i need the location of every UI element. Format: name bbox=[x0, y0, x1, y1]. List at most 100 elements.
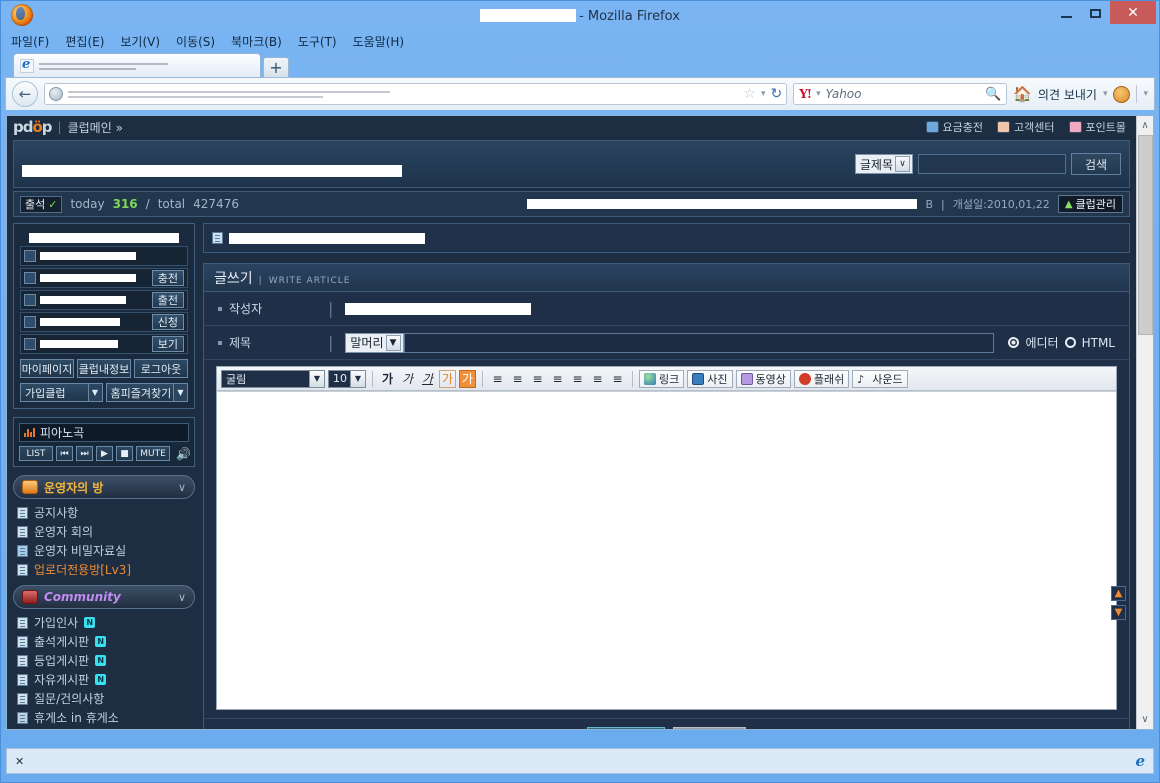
insert-video-button[interactable]: 동영상 bbox=[735, 369, 791, 388]
search-engine-chevron-icon[interactable]: ▾ bbox=[816, 89, 821, 99]
new-tab-button[interactable]: + bbox=[263, 57, 289, 77]
font-family-select[interactable]: 굴림 ▼ bbox=[221, 369, 325, 388]
club-search-button[interactable]: 검색 bbox=[1071, 153, 1121, 175]
pdpop-logo[interactable]: pdöp bbox=[13, 118, 53, 136]
club-manage-button[interactable]: ▲ 클럽관리 bbox=[1057, 195, 1123, 213]
scrollbar-thumb[interactable] bbox=[1137, 135, 1153, 335]
previous-icon[interactable]: ⏮ bbox=[56, 446, 73, 461]
highlight-button[interactable]: 가 bbox=[459, 369, 476, 388]
view-button[interactable]: 보기 bbox=[151, 336, 184, 352]
club-info-button[interactable]: 클럽내정보 bbox=[77, 359, 131, 378]
italic-button[interactable]: 가 bbox=[399, 370, 416, 388]
sidebar-item-admin-meeting[interactable]: 운영자 회의 bbox=[13, 522, 195, 541]
font-color-button[interactable]: 가 bbox=[439, 369, 456, 388]
editor-content-area[interactable] bbox=[217, 391, 1116, 709]
sidebar-item-greetings[interactable]: 가입인사 N bbox=[13, 613, 195, 632]
next-icon[interactable]: ⏭ bbox=[76, 446, 93, 461]
menu-bookmarks[interactable]: 북마크(B) bbox=[229, 32, 284, 51]
outdent-button[interactable]: ≡ bbox=[589, 370, 606, 388]
feedback-chevron-icon[interactable]: ▾ bbox=[1103, 89, 1108, 99]
cancel-button[interactable]: » 취 소 bbox=[672, 727, 746, 729]
submit-button[interactable]: » 등록하기 bbox=[587, 727, 665, 729]
radio-html[interactable] bbox=[1064, 337, 1076, 348]
sidebar-item-packet-donation[interactable]: 패킷기부 & 빠른등업 N bbox=[13, 727, 195, 729]
insert-photo-button[interactable]: 사진 bbox=[687, 369, 733, 388]
stop-icon[interactable]: ■ bbox=[116, 446, 133, 461]
sidebar-item-uploader-room[interactable]: 업로더전용방[Lv3] bbox=[13, 560, 195, 579]
insert-sound-button[interactable]: ♪ 사운드 bbox=[852, 369, 908, 388]
radio-editor[interactable] bbox=[1008, 337, 1020, 348]
page-scrollbar[interactable]: ∧ ∨ bbox=[1136, 116, 1153, 729]
status-close-icon[interactable]: ✕ bbox=[15, 755, 24, 768]
menu-tools[interactable]: 도구(T) bbox=[296, 32, 339, 51]
scroll-down-icon[interactable]: ∨ bbox=[1137, 710, 1154, 729]
sidebar-item-admin-archive[interactable]: 운영자 비밀자료실 bbox=[13, 541, 195, 560]
expand-up-icon[interactable]: ▲ bbox=[1111, 586, 1126, 601]
menu-edit[interactable]: 편집(E) bbox=[63, 32, 106, 51]
menu-view[interactable]: 보기(V) bbox=[118, 32, 162, 51]
bold-button[interactable]: 가 bbox=[379, 370, 396, 388]
align-right-button[interactable]: ≡ bbox=[529, 370, 546, 388]
battle-button[interactable]: 출전 bbox=[151, 292, 184, 308]
logout-button[interactable]: 로그아웃 bbox=[134, 359, 188, 378]
chevron-down-icon[interactable]: ∨ bbox=[178, 591, 186, 604]
club-search-input[interactable] bbox=[918, 154, 1066, 174]
minimize-button[interactable] bbox=[1052, 2, 1081, 24]
charge-button[interactable]: 충전 bbox=[151, 270, 184, 286]
favorites-select[interactable]: 홈피즐겨찾기 ▼ bbox=[105, 383, 188, 402]
toplink-charge[interactable]: 요금충전 bbox=[925, 119, 983, 135]
expand-down-icon[interactable]: ▼ bbox=[1111, 605, 1126, 620]
chevron-down-icon[interactable]: ∨ bbox=[178, 481, 186, 494]
feedback-button[interactable]: 의견 보내기 bbox=[1038, 86, 1097, 103]
search-bar[interactable]: Y! ▾ Yahoo 🔍 bbox=[793, 83, 1008, 105]
sidebar-item-levelup-board[interactable]: 등업게시판 N bbox=[13, 651, 195, 670]
menu-group-header[interactable]: Community ∨ bbox=[13, 585, 195, 609]
menu-help[interactable]: 도움말(H) bbox=[351, 32, 407, 51]
unordered-list-button[interactable]: ≡ bbox=[569, 370, 586, 388]
align-left-button[interactable]: ≡ bbox=[489, 370, 506, 388]
bookmark-star-icon[interactable]: ☆ bbox=[743, 86, 756, 102]
apply-button[interactable]: 신청 bbox=[151, 314, 184, 330]
sidebar-item-questions[interactable]: 질문/건의사항 bbox=[13, 689, 195, 708]
joined-clubs-select[interactable]: 가입클럽 ▼ bbox=[20, 383, 103, 402]
align-center-button[interactable]: ≡ bbox=[509, 370, 526, 388]
mute-button[interactable]: MUTE bbox=[136, 446, 170, 461]
toplink-point-mall[interactable]: 포인트몰 bbox=[1068, 119, 1126, 135]
toolbar-overflow-icon[interactable]: ▾ bbox=[1143, 89, 1148, 99]
toplink-customer-center[interactable]: 고객센터 bbox=[997, 119, 1055, 135]
chevron-down-icon[interactable]: ▾ bbox=[761, 89, 766, 99]
play-icon[interactable]: ▶ bbox=[96, 446, 113, 461]
address-bar[interactable]: ☆ ▾ ↻ bbox=[44, 83, 788, 105]
prefix-select[interactable]: 말머리 ▼ bbox=[345, 332, 404, 353]
sidebar-item-free-board[interactable]: 자유게시판 N bbox=[13, 670, 195, 689]
attendance-button[interactable]: 출석 ✓ bbox=[20, 195, 63, 213]
sidebar-item-notice[interactable]: 공지사항 bbox=[13, 503, 195, 522]
home-icon[interactable]: 🏠 bbox=[1013, 85, 1032, 103]
sidebar-item-attendance-board[interactable]: 출석게시판 N bbox=[13, 632, 195, 651]
back-button[interactable]: ← bbox=[12, 81, 38, 107]
mypage-button[interactable]: 마이페이지 bbox=[20, 359, 74, 378]
font-size-select[interactable]: 10 ▼ bbox=[328, 369, 366, 388]
insert-flash-button[interactable]: 플래쉬 bbox=[793, 369, 850, 388]
sidebar-item-rest-area[interactable]: 휴게소 in 휴게소 bbox=[13, 708, 195, 727]
insert-link-button[interactable]: 링크 bbox=[639, 369, 685, 388]
menu-group-header[interactable]: 운영자의 방 ∨ bbox=[13, 475, 195, 499]
scroll-up-icon[interactable]: ∧ bbox=[1137, 116, 1154, 135]
menu-go[interactable]: 이동(S) bbox=[174, 32, 217, 51]
underline-button[interactable]: 가 bbox=[419, 370, 436, 388]
close-button[interactable]: ✕ bbox=[1110, 1, 1156, 24]
menu-file[interactable]: 파일(F) bbox=[9, 32, 51, 51]
ordered-list-button[interactable]: ≡ bbox=[549, 370, 566, 388]
club-main-link[interactable]: 클럽메인 » bbox=[68, 119, 123, 136]
maximize-button[interactable] bbox=[1081, 2, 1110, 24]
indent-button[interactable]: ≡ bbox=[609, 370, 626, 388]
browser-tab[interactable] bbox=[13, 53, 261, 77]
playlist-button[interactable]: LIST bbox=[19, 446, 53, 461]
volume-icon[interactable]: 🔊 bbox=[176, 447, 191, 461]
search-icon[interactable]: 🔍 bbox=[985, 87, 1001, 102]
search-input[interactable]: Yahoo bbox=[826, 87, 980, 101]
avatar-icon[interactable] bbox=[1113, 85, 1131, 103]
search-scope-select[interactable]: 글제목 ∨ bbox=[854, 154, 913, 174]
reload-icon[interactable]: ↻ bbox=[771, 86, 783, 102]
title-input[interactable] bbox=[403, 332, 995, 353]
